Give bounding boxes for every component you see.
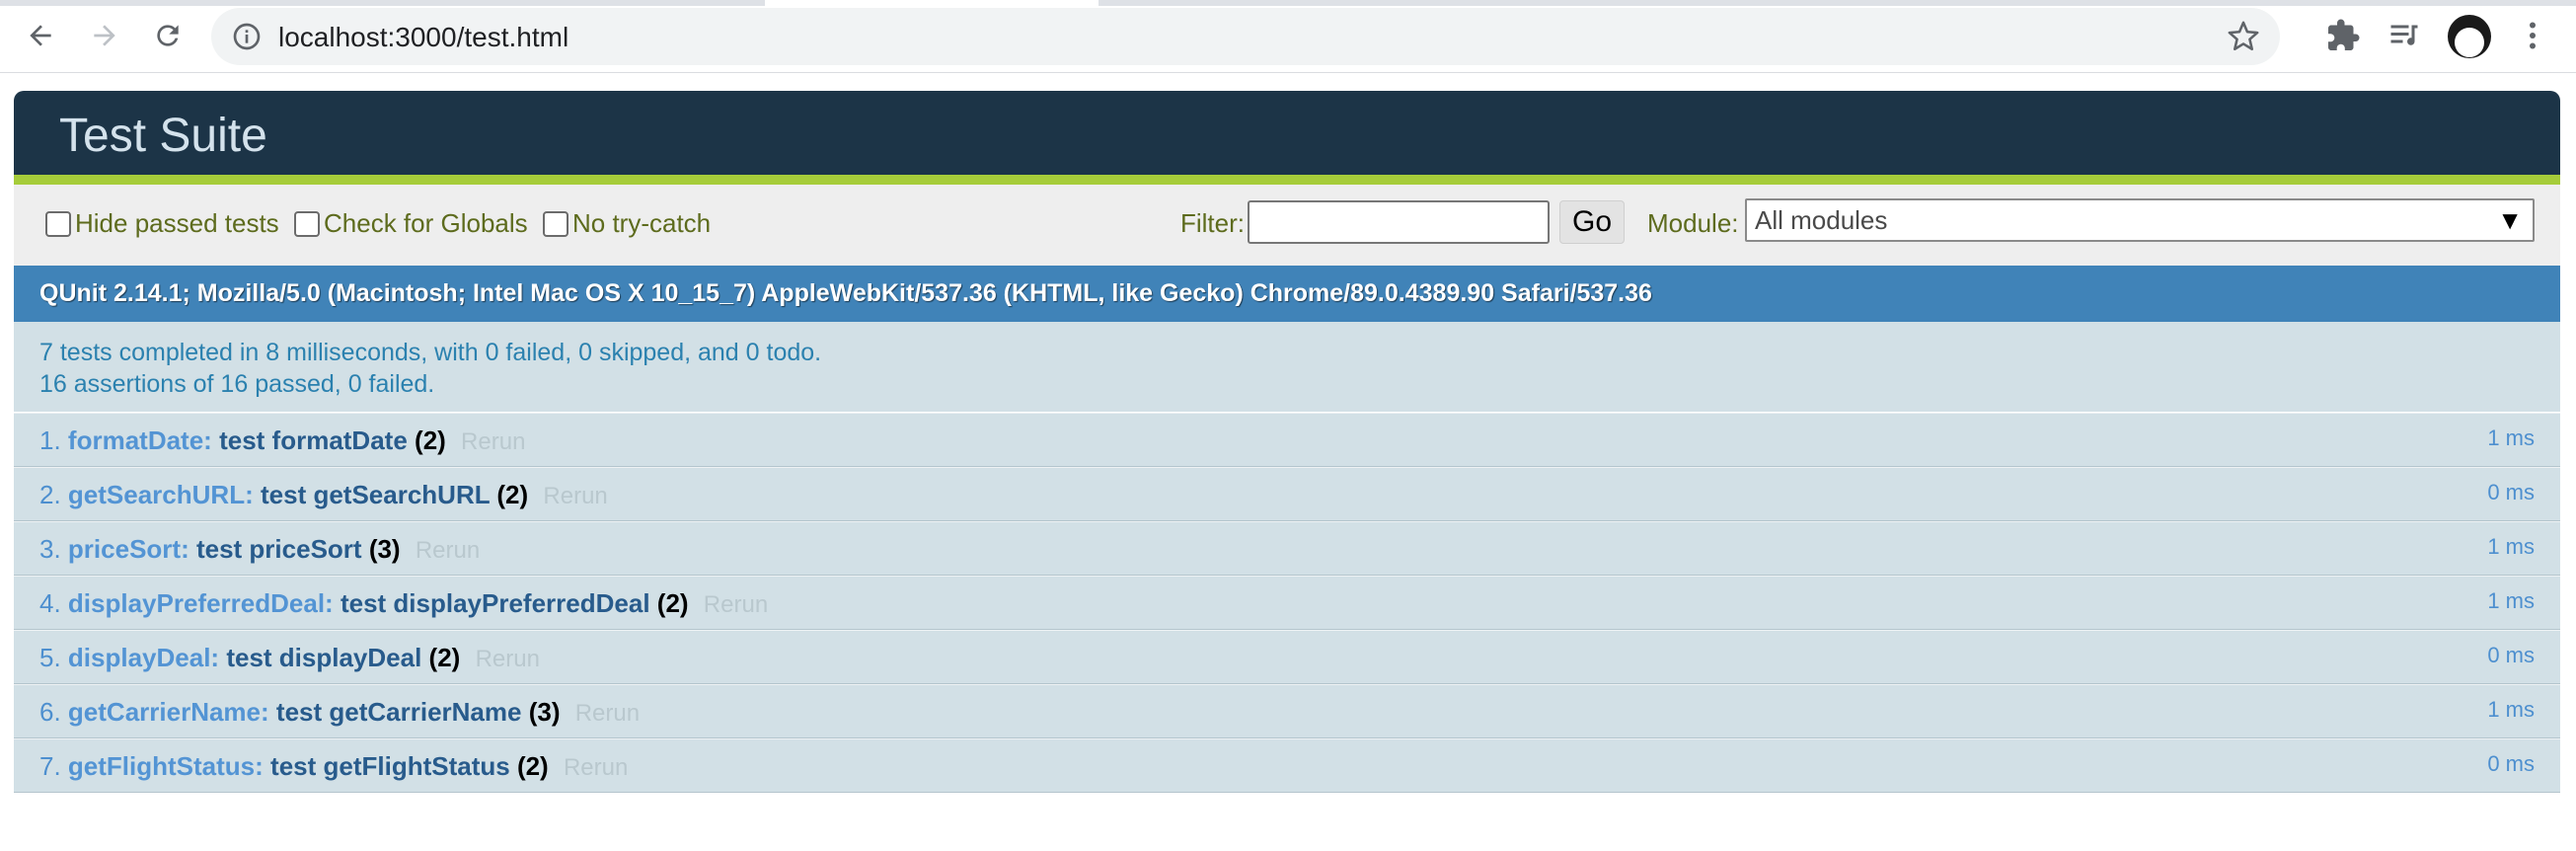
test-runtime: 1 ms (2487, 534, 2535, 559)
rerun-link[interactable]: Rerun (543, 483, 607, 509)
assertion-count: (2) (516, 751, 549, 781)
rerun-link[interactable]: Rerun (564, 754, 628, 781)
test-runtime: 1 ms (2487, 426, 2535, 450)
assertion-count: (2) (656, 588, 689, 618)
test-module-name[interactable]: getFlightStatus: (68, 751, 264, 781)
filter-input[interactable] (1248, 200, 1550, 244)
test-module-name[interactable]: getCarrierName: (68, 697, 269, 727)
filter-label: Filter: (1180, 208, 1245, 238)
address-bar[interactable]: localhost:3000/test.html (211, 8, 2280, 65)
assertion-summary-line: 16 assertions of 16 passed, 0 failed. (39, 370, 435, 398)
module-select[interactable]: All modules ▼ (1745, 198, 2535, 242)
check-globals-label[interactable]: Check for Globals (324, 208, 528, 239)
test-module-name[interactable]: displayPreferredDeal: (68, 588, 334, 618)
test-number: 2. (39, 480, 61, 509)
test-row[interactable]: 5. displayDeal: test displayDeal (2) Rer… (14, 630, 2560, 684)
test-number: 7. (39, 751, 61, 781)
rerun-link[interactable]: Rerun (461, 428, 525, 455)
bookmark-star-icon[interactable] (2227, 20, 2260, 53)
test-module-name[interactable]: displayDeal: (68, 643, 219, 672)
no-try-catch-checkbox[interactable] (543, 210, 568, 237)
active-tab[interactable] (765, 0, 1099, 6)
result-summary-line: 7 tests completed in 8 milliseconds, wit… (39, 339, 822, 366)
assertion-count: (2) (415, 426, 446, 455)
test-row[interactable]: 3. priceSort: test priceSort (3) Rerun 1… (14, 521, 2560, 576)
hide-passed-option[interactable]: Hide passed tests (45, 208, 279, 239)
test-row[interactable]: 2. getSearchURL: test getSearchURL (2) R… (14, 467, 2560, 521)
check-globals-checkbox[interactable] (294, 210, 320, 237)
extensions-puzzle-icon[interactable] (2325, 18, 2361, 53)
test-number: 6. (39, 697, 61, 727)
assertion-count: (2) (496, 480, 529, 509)
test-number: 4. (39, 588, 61, 618)
test-name[interactable]: test getSearchURL (261, 480, 490, 509)
menu-kebab-icon[interactable] (2515, 16, 2550, 55)
check-globals-option[interactable]: Check for Globals (294, 208, 528, 239)
no-try-catch-option[interactable]: No try-catch (543, 208, 711, 239)
arrow-left-icon (30, 25, 51, 46)
hide-passed-label[interactable]: Hide passed tests (75, 208, 279, 239)
test-number: 5. (39, 643, 61, 672)
profile-avatar[interactable] (2448, 15, 2491, 58)
test-result-summary: 7 tests completed in 8 milliseconds, wit… (14, 322, 2560, 413)
no-try-catch-label[interactable]: No try-catch (572, 208, 711, 239)
rerun-link[interactable]: Rerun (575, 700, 640, 727)
test-runtime: 0 ms (2487, 480, 2535, 504)
test-name[interactable]: test getFlightStatus (270, 751, 510, 781)
test-row[interactable]: 4. displayPreferredDeal: test displayPre… (14, 576, 2560, 630)
assertion-count: (3) (368, 534, 401, 564)
qunit-container: Test Suite Hide passed tests Check for G… (14, 91, 2560, 793)
hide-passed-checkbox[interactable] (45, 210, 71, 237)
test-runtime: 0 ms (2487, 643, 2535, 667)
test-runtime: 0 ms (2487, 751, 2535, 776)
rerun-link[interactable]: Rerun (704, 591, 768, 618)
test-name[interactable]: test getCarrierName (276, 697, 522, 727)
test-list: 1. formatDate: test formatDate (2) Rerun… (14, 413, 2560, 793)
test-name[interactable]: test displayPreferredDeal (341, 588, 650, 618)
media-queue-icon[interactable] (2387, 18, 2422, 53)
page-title[interactable]: Test Suite (59, 109, 267, 163)
assertion-count: (3) (528, 697, 561, 727)
module-selected-value: All modules (1755, 205, 1888, 235)
go-button[interactable]: Go (1559, 200, 1625, 244)
reload-icon (157, 25, 179, 46)
test-runtime: 1 ms (2487, 588, 2535, 613)
test-name[interactable]: test displayDeal (226, 643, 421, 672)
qunit-toolbar: Hide passed tests Check for Globals No t… (14, 185, 2560, 266)
rerun-link[interactable]: Rerun (476, 646, 540, 672)
info-icon[interactable] (231, 21, 263, 52)
test-name[interactable]: test formatDate (219, 426, 408, 455)
test-runtime: 1 ms (2487, 697, 2535, 722)
rerun-link[interactable]: Rerun (416, 537, 480, 564)
tab-strip (0, 0, 2576, 6)
test-number: 1. (39, 426, 61, 455)
user-agent-banner: QUnit 2.14.1; Mozilla/5.0 (Macintosh; In… (14, 266, 2560, 322)
assertion-count: (2) (428, 643, 461, 672)
test-module-name[interactable]: formatDate: (68, 426, 212, 455)
dropdown-arrow-icon: ▼ (2497, 205, 2523, 235)
forward-button[interactable] (83, 14, 126, 57)
browser-toolbar: localhost:3000/test.html (0, 0, 2576, 73)
test-row[interactable]: 6. getCarrierName: test getCarrierName (… (14, 684, 2560, 738)
test-number: 3. (39, 534, 61, 564)
qunit-header: Test Suite (14, 91, 2560, 185)
test-module-name[interactable]: priceSort: (68, 534, 189, 564)
test-name[interactable]: test priceSort (196, 534, 362, 564)
back-button[interactable] (19, 14, 62, 57)
url-text[interactable]: localhost:3000/test.html (278, 22, 568, 53)
test-module-name[interactable]: getSearchURL: (68, 480, 254, 509)
reload-button[interactable] (146, 14, 189, 57)
arrow-right-icon (94, 25, 115, 46)
module-label: Module: (1647, 208, 1739, 238)
test-row[interactable]: 1. formatDate: test formatDate (2) Rerun… (14, 413, 2560, 467)
test-row[interactable]: 7. getFlightStatus: test getFlightStatus… (14, 738, 2560, 793)
